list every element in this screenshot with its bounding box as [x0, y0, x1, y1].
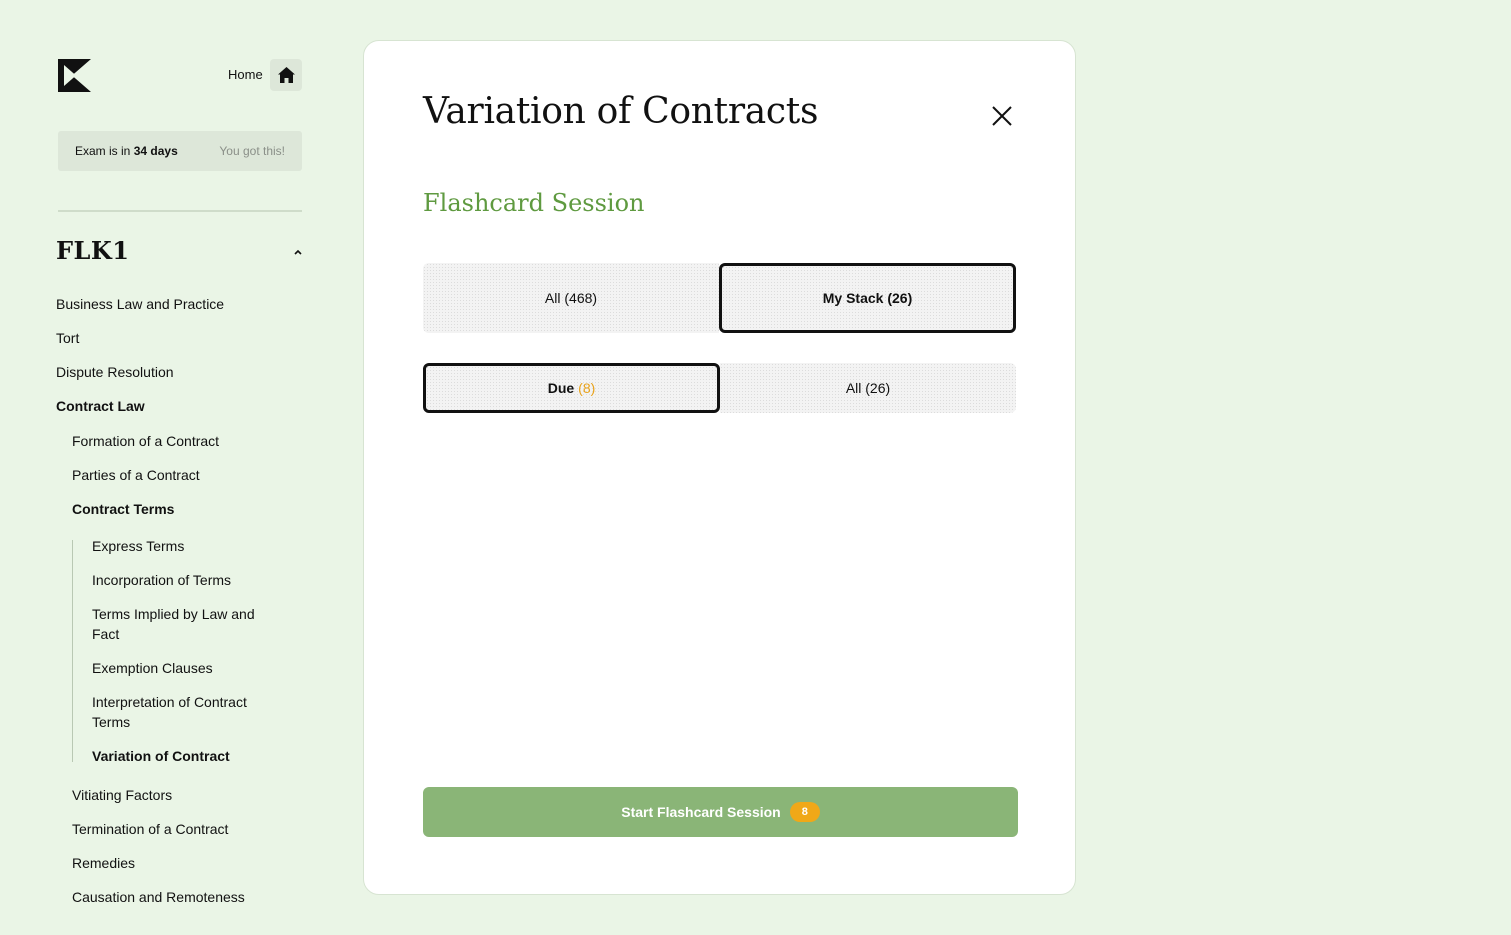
course-title[interactable]: FLK1 [56, 236, 129, 265]
sidebar-item-implied-terms[interactable]: Terms Implied by Law and Fact [92, 604, 272, 644]
close-icon[interactable] [990, 104, 1014, 128]
home-button[interactable] [270, 59, 302, 91]
scope-option-all[interactable]: All (468) [423, 263, 719, 333]
sidebar-item-express-terms[interactable]: Express Terms [92, 536, 184, 556]
sidebar-item-interpretation[interactable]: Interpretation of Contract Terms [92, 692, 272, 732]
sidebar-item-parties[interactable]: Parties of a Contract [72, 465, 200, 485]
exam-countdown-prefix: Exam is in [75, 144, 131, 158]
sidebar-subitem-rail [72, 540, 73, 762]
sidebar-item-termination[interactable]: Termination of a Contract [72, 819, 228, 839]
sidebar-item-vitiating-factors[interactable]: Vitiating Factors [72, 785, 172, 805]
filter-option-due-label: Due [547, 380, 575, 396]
k-logo-icon[interactable] [58, 59, 91, 92]
sidebar-item-formation[interactable]: Formation of a Contract [72, 431, 219, 451]
sidebar-item-remedies[interactable]: Remedies [72, 853, 135, 873]
home-link[interactable]: Home [228, 67, 263, 82]
home-icon [277, 67, 295, 83]
section-title: Flashcard Session [423, 189, 645, 217]
scope-option-my-stack[interactable]: My Stack (26) [719, 263, 1016, 333]
sidebar-divider [58, 210, 302, 212]
filter-option-all[interactable]: All (26) [720, 363, 1016, 413]
modal-title: Variation of Contracts [423, 91, 819, 132]
due-count-badge: 8 [789, 802, 820, 822]
sidebar-item-business-law[interactable]: Business Law and Practice [56, 294, 224, 314]
sidebar-item-tort[interactable]: Tort [56, 328, 79, 348]
exam-countdown-banner: Exam is in 34 days You got this! [58, 131, 302, 171]
filter-option-due[interactable]: Due (8) [423, 363, 720, 413]
sidebar-item-causation[interactable]: Causation and Remoteness [72, 887, 245, 907]
exam-countdown-text: Exam is in 34 days [75, 144, 178, 158]
sidebar-item-dispute-resolution[interactable]: Dispute Resolution [56, 362, 174, 382]
filter-option-due-count: (8) [578, 380, 596, 396]
sidebar-item-variation[interactable]: Variation of Contract [92, 746, 230, 766]
sidebar-item-incorporation[interactable]: Incorporation of Terms [92, 570, 231, 590]
start-flashcard-session-button[interactable]: Start Flashcard Session 8 [423, 787, 1018, 837]
sidebar-item-contract-terms[interactable]: Contract Terms [72, 499, 174, 519]
flashcard-modal: Variation of Contracts Flashcard Session… [363, 40, 1076, 895]
sidebar-item-exemption-clauses[interactable]: Exemption Clauses [92, 658, 213, 678]
chevron-up-icon[interactable] [292, 248, 304, 256]
start-button-label: Start Flashcard Session [621, 804, 781, 820]
sidebar-item-contract-law[interactable]: Contract Law [56, 396, 145, 416]
exam-encouragement: You got this! [219, 144, 285, 158]
exam-countdown-days: 34 days [133, 144, 178, 158]
